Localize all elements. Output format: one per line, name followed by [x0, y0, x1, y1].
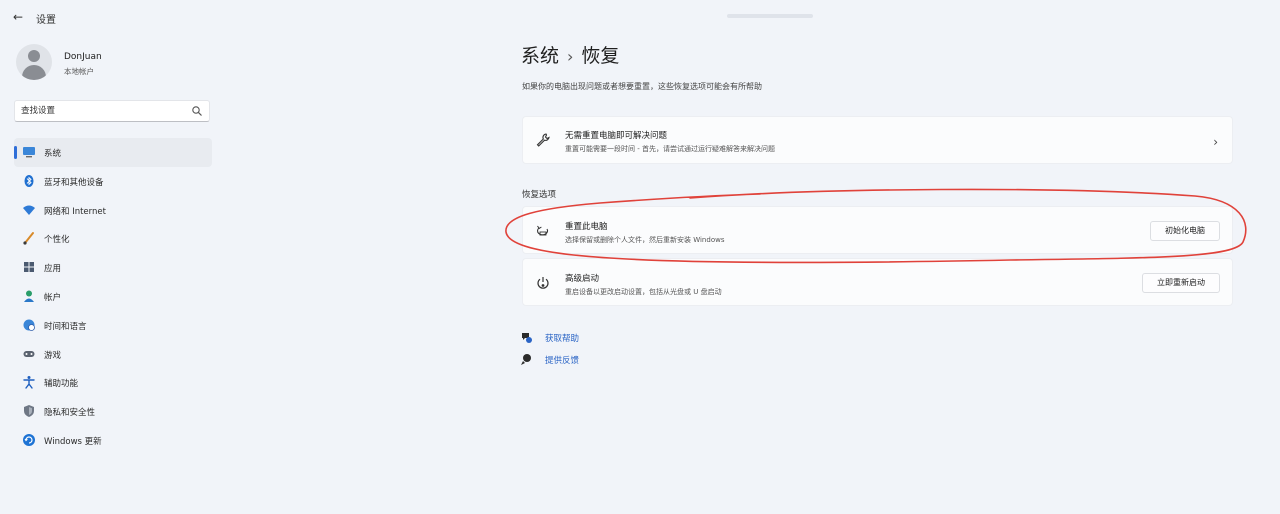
sidebar-item-label: 时间和语言 — [44, 321, 87, 332]
troubleshoot-title: 无需重置电脑即可解决问题 — [565, 131, 668, 141]
sidebar-item-label: 网络和 Internet — [44, 206, 106, 217]
get-help-link[interactable]: 获取帮助 — [520, 330, 600, 346]
breadcrumb-parent[interactable]: 系统 — [521, 45, 559, 67]
search-icon — [192, 106, 202, 116]
bluetooth-icon — [24, 174, 34, 187]
sidebar-item-accessibility[interactable]: 辅助功能 — [14, 368, 212, 397]
sidebar-item-windows-update[interactable]: Windows 更新 — [14, 426, 212, 455]
reset-pc-subtitle: 选择保留或删除个人文件，然后重新安装 Windows — [565, 236, 725, 244]
globe-clock-icon — [23, 319, 35, 331]
give-feedback-label: 提供反馈 — [545, 356, 580, 366]
get-help-label: 获取帮助 — [545, 334, 580, 344]
sidebar-item-system[interactable]: 系统 — [14, 138, 212, 167]
sidebar-item-time-language[interactable]: 时间和语言 — [14, 311, 212, 340]
sidebar-nav: 系统 蓝牙和其他设备 网络和 Internet 个性化 应用 帐户 时间和语言 … — [14, 138, 214, 455]
chevron-right-icon: › — [1213, 135, 1218, 149]
breadcrumb-current: 恢复 — [581, 45, 620, 67]
user-account-type: 本地帐户 — [64, 67, 94, 76]
sidebar-item-label: 游戏 — [44, 350, 62, 361]
restart-icon — [537, 277, 549, 289]
advanced-startup-title: 高级启动 — [565, 274, 600, 284]
give-feedback-link[interactable]: 提供反馈 — [520, 352, 600, 368]
feedback-icon — [521, 354, 531, 365]
sidebar-item-label: 蓝牙和其他设备 — [44, 177, 104, 188]
sidebar-item-apps[interactable]: 应用 — [14, 253, 212, 282]
sidebar-item-label: Windows 更新 — [44, 436, 102, 447]
reset-pc-icon — [537, 225, 549, 236]
system-icon — [23, 147, 35, 158]
troubleshoot-subtitle: 重置可能需要一段时间 - 首先，请尝试通过运行疑难解答来解决问题 — [565, 145, 775, 153]
app-title: 设置 — [36, 15, 56, 26]
page-title: 系统 › 恢复 — [521, 41, 619, 68]
avatar — [16, 44, 52, 80]
search-box[interactable] — [14, 100, 210, 122]
breadcrumb-separator: › — [567, 47, 574, 66]
sidebar-item-bluetooth[interactable]: 蓝牙和其他设备 — [14, 167, 212, 196]
back-arrow-icon[interactable]: ← — [10, 9, 26, 25]
sidebar-item-accounts[interactable]: 帐户 — [14, 282, 212, 311]
reset-pc-title: 重置此电脑 — [565, 222, 608, 232]
title-bar: ← 设置 — [0, 0, 1280, 34]
gamepad-icon — [23, 350, 35, 357]
sidebar-item-privacy[interactable]: 隐私和安全性 — [14, 397, 212, 426]
help-icon — [522, 333, 532, 343]
sidebar-item-gaming[interactable]: 游戏 — [14, 340, 212, 369]
section-label-recovery-options: 恢复选项 — [522, 190, 557, 200]
sidebar-item-label: 帐户 — [44, 292, 62, 303]
sidebar-item-label: 应用 — [44, 264, 62, 275]
user-profile[interactable]: DonJuan 本地帐户 — [14, 42, 214, 84]
sidebar-item-label: 隐私和安全性 — [44, 408, 96, 419]
active-indicator — [14, 146, 17, 159]
brush-icon — [23, 232, 34, 245]
apps-icon — [24, 262, 34, 273]
advanced-startup-card: 高级启动 重启设备以更改启动设置，包括从光盘或 U 盘启动 立即重新启动 — [522, 258, 1233, 306]
account-icon — [24, 290, 34, 302]
update-icon — [23, 433, 35, 446]
window-drag-handle[interactable] — [727, 14, 813, 18]
sidebar-item-label: 个性化 — [44, 235, 70, 246]
sidebar-item-label: 辅助功能 — [44, 379, 79, 390]
sidebar-item-label: 系统 — [44, 149, 62, 159]
reset-pc-card: 重置此电脑 选择保留或删除个人文件，然后重新安装 Windows 初始化电脑 — [522, 206, 1233, 254]
wifi-icon — [23, 205, 35, 215]
sidebar-item-personalization[interactable]: 个性化 — [14, 224, 212, 253]
restart-now-button[interactable]: 立即重新启动 — [1142, 273, 1220, 293]
accessibility-icon — [23, 376, 35, 390]
search-input[interactable] — [21, 104, 181, 118]
wrench-icon — [536, 133, 550, 147]
user-name: DonJuan — [64, 52, 102, 62]
page-description: 如果你的电脑出现问题或者想要重置，这些恢复选项可能会有所帮助 — [522, 82, 762, 91]
troubleshoot-card[interactable]: 无需重置电脑即可解决问题 重置可能需要一段时间 - 首先，请尝试通过运行疑难解答… — [522, 116, 1233, 164]
advanced-startup-subtitle: 重启设备以更改启动设置，包括从光盘或 U 盘启动 — [565, 288, 722, 296]
shield-icon — [24, 405, 34, 418]
reset-pc-button[interactable]: 初始化电脑 — [1150, 221, 1220, 241]
sidebar-item-network[interactable]: 网络和 Internet — [14, 196, 212, 225]
